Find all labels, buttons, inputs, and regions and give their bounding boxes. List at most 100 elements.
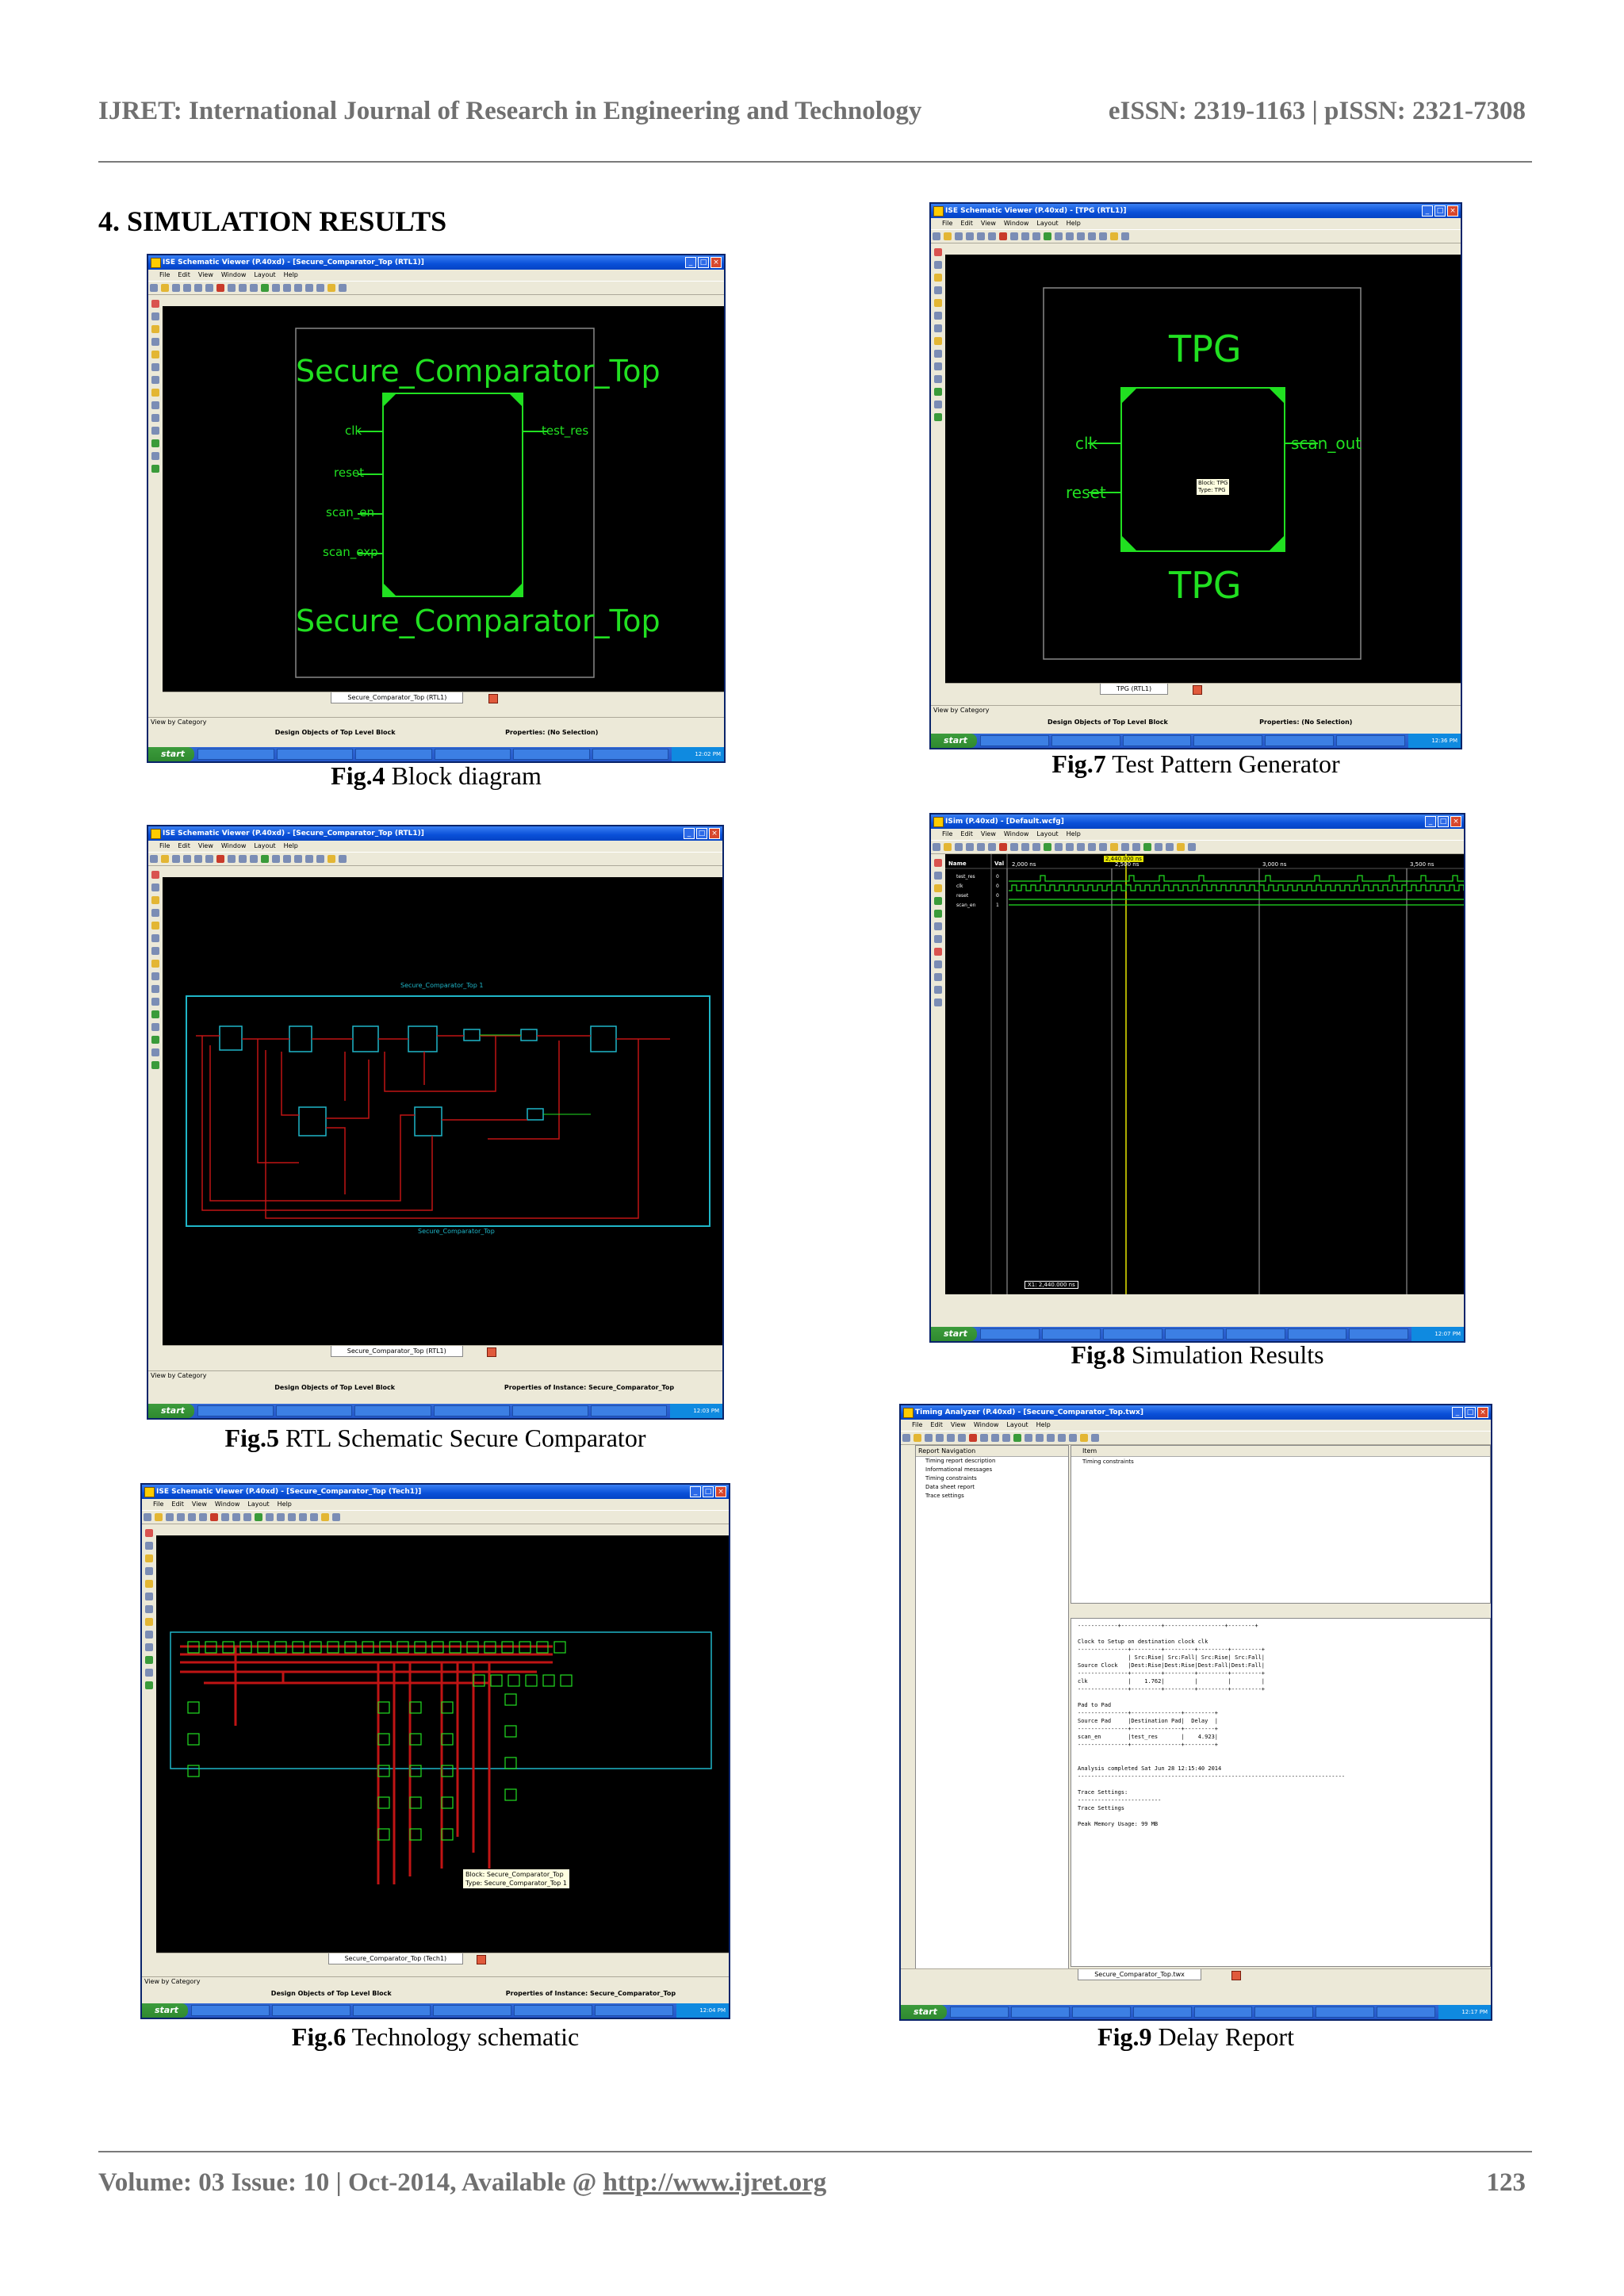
taskbar: start 12:07 PM — [931, 1327, 1464, 1341]
doc-tab[interactable]: Secure_Comparator_Top.twx — [1078, 1969, 1201, 1980]
fig5-canvas: Secure_Comparator_Top 1 Secure_Comparato… — [163, 877, 722, 1345]
fig5-screenshot: ISE Schematic Viewer (P.40xd) - [Secure_… — [147, 825, 724, 1420]
clock: 12:03 PM — [670, 1404, 722, 1418]
signal-value: 0 — [996, 874, 999, 880]
nav-item[interactable]: Informational messages — [925, 1466, 1068, 1474]
name-header: Name — [948, 861, 967, 867]
tech-cell — [525, 1674, 538, 1687]
tech-cell — [377, 1765, 390, 1777]
start-button[interactable]: start — [148, 1404, 194, 1418]
tech-cell — [409, 1828, 422, 1841]
tech-cell — [187, 1765, 200, 1777]
rtl-top-label: Secure_Comparator_Top 1 — [400, 982, 484, 989]
tech-cell — [441, 1733, 454, 1746]
report-line: ------------------------- — [1078, 1797, 1162, 1803]
tech-cell — [504, 1788, 517, 1801]
minimize-icon[interactable]: _ — [684, 828, 695, 839]
taskbar: start 12:02 PM — [148, 747, 724, 761]
taskbar: start 12:03 PM — [148, 1404, 722, 1418]
tech-cell — [187, 1701, 200, 1714]
doc-tab[interactable]: Secure_Comparator_Top (RTL1) — [331, 692, 464, 703]
view-by-category: View by Category — [142, 1976, 729, 1987]
signal-name[interactable]: reset — [956, 893, 968, 899]
start-button[interactable]: start — [148, 747, 194, 761]
menubar: File Edit View Window Layout Help — [153, 1501, 292, 1508]
clock: 12:17 PM — [1438, 2005, 1491, 2019]
close-icon[interactable]: × — [715, 1486, 726, 1497]
item-row[interactable]: Timing constraints — [1071, 1457, 1490, 1466]
toolbar — [148, 281, 724, 295]
maximize-icon[interactable]: □ — [703, 1486, 714, 1497]
toolbar — [901, 1431, 1491, 1445]
doc-tab[interactable]: Secure_Comparator_Top (Tech1) — [327, 1953, 464, 1964]
minimize-icon[interactable]: _ — [1452, 1407, 1463, 1418]
close-icon[interactable]: × — [710, 257, 722, 268]
close-icon[interactable]: × — [1477, 1407, 1488, 1418]
tech-cell — [504, 1693, 517, 1706]
tpg-diagram-svg — [1043, 287, 1362, 660]
fig9-caption: Fig.9 Delay Report — [1097, 2022, 1294, 2051]
tab-close-icon[interactable] — [488, 694, 498, 703]
left-tool-palette — [148, 866, 163, 1355]
tech-schematic-svg — [170, 1631, 712, 1884]
report-line: ---------------+---------------+--------… — [1078, 1742, 1219, 1748]
toolbar — [148, 852, 722, 866]
panel-labels: Design Objects of Top Level Block Propert… — [1047, 719, 1353, 726]
minimize-icon[interactable]: _ — [685, 257, 696, 268]
menubar: File Edit View Window Layout Help — [912, 1421, 1051, 1428]
maximize-icon[interactable]: □ — [696, 828, 707, 839]
fig7-canvas: TPG TPG clk reset scan_out Block: TPG Typ… — [945, 255, 1461, 683]
doc-tabstrip: Secure_Comparator_Top (RTL1) — [163, 1345, 722, 1359]
panel-labels: Design Objects of Top Level Block Propert… — [274, 729, 599, 736]
report-line: ---------------+---------------+--------… — [1078, 1726, 1219, 1732]
tab-close-icon[interactable] — [477, 1955, 487, 1964]
page-footer: Volume: 03 Issue: 10 | Oct-2014, Availab… — [98, 2168, 1526, 2206]
minimize-icon[interactable]: _ — [1422, 205, 1433, 217]
report-line — [1078, 1693, 1484, 1701]
maximize-icon[interactable]: □ — [1434, 205, 1446, 217]
start-button[interactable]: start — [931, 1327, 977, 1341]
doc-tab[interactable]: Secure_Comparator_Top (RTL1) — [330, 1346, 463, 1357]
tab-close-icon[interactable] — [1193, 685, 1202, 695]
signal-name[interactable]: clk — [956, 884, 963, 889]
signal-name[interactable]: test_res — [956, 874, 975, 880]
tech-cell — [187, 1733, 200, 1746]
tech-cell — [377, 1828, 390, 1841]
tech-cell — [504, 1757, 517, 1769]
toolbar — [931, 840, 1464, 854]
doc-tab[interactable]: TPG (RTL1) — [1100, 684, 1169, 695]
tech-cell — [441, 1796, 454, 1809]
section-title: 4. SIMULATION RESULTS — [98, 205, 447, 237]
close-icon[interactable]: × — [1450, 816, 1461, 827]
footer-link[interactable]: http://www.ijret.org — [603, 2168, 827, 2197]
window-controls: _ □ × — [685, 257, 722, 268]
tab-close-icon[interactable] — [487, 1347, 497, 1357]
maximize-icon[interactable]: □ — [1465, 1407, 1476, 1418]
start-button[interactable]: start — [142, 2003, 188, 2018]
close-icon[interactable]: × — [1447, 205, 1458, 217]
tpg-title-bottom: TPG — [1169, 564, 1242, 607]
close-icon[interactable]: × — [709, 828, 720, 839]
view-by-category: View by Category — [931, 705, 1461, 715]
left-tool-palette — [931, 854, 945, 1278]
nav-item[interactable]: Timing constraints — [925, 1474, 1068, 1483]
signal-name[interactable]: scan_en — [956, 903, 975, 908]
start-button[interactable]: start — [931, 734, 977, 748]
maximize-icon[interactable]: □ — [698, 257, 709, 268]
fig6-titlebar: ISE Schematic Viewer (P.40xd) - [Secure_… — [142, 1485, 729, 1499]
nav-item[interactable]: Data sheet report — [925, 1483, 1068, 1492]
fig8-caption: Fig.8 Simulation Results — [1071, 1340, 1324, 1369]
signal-value: 1 — [996, 903, 999, 908]
panel-labels: Design Objects of Top Level Block Propert… — [270, 1990, 676, 1997]
left-icons — [901, 1445, 915, 1493]
start-button[interactable]: start — [901, 2005, 947, 2019]
fig5-titlebar: ISE Schematic Viewer (P.40xd) - [Secure_… — [148, 826, 722, 841]
minimize-icon[interactable]: _ — [690, 1486, 701, 1497]
nav-item[interactable]: Trace settings — [925, 1492, 1068, 1501]
fig9-titlebar: Timing Analyzer (P.40xd) - [Secure_Compa… — [901, 1405, 1491, 1420]
tab-close-icon[interactable] — [1231, 1971, 1241, 1980]
nav-item[interactable]: Timing report description — [925, 1457, 1068, 1466]
minimize-icon[interactable]: _ — [1425, 816, 1436, 827]
window-controls: _ □ × — [1452, 1407, 1488, 1418]
maximize-icon[interactable]: □ — [1438, 816, 1449, 827]
